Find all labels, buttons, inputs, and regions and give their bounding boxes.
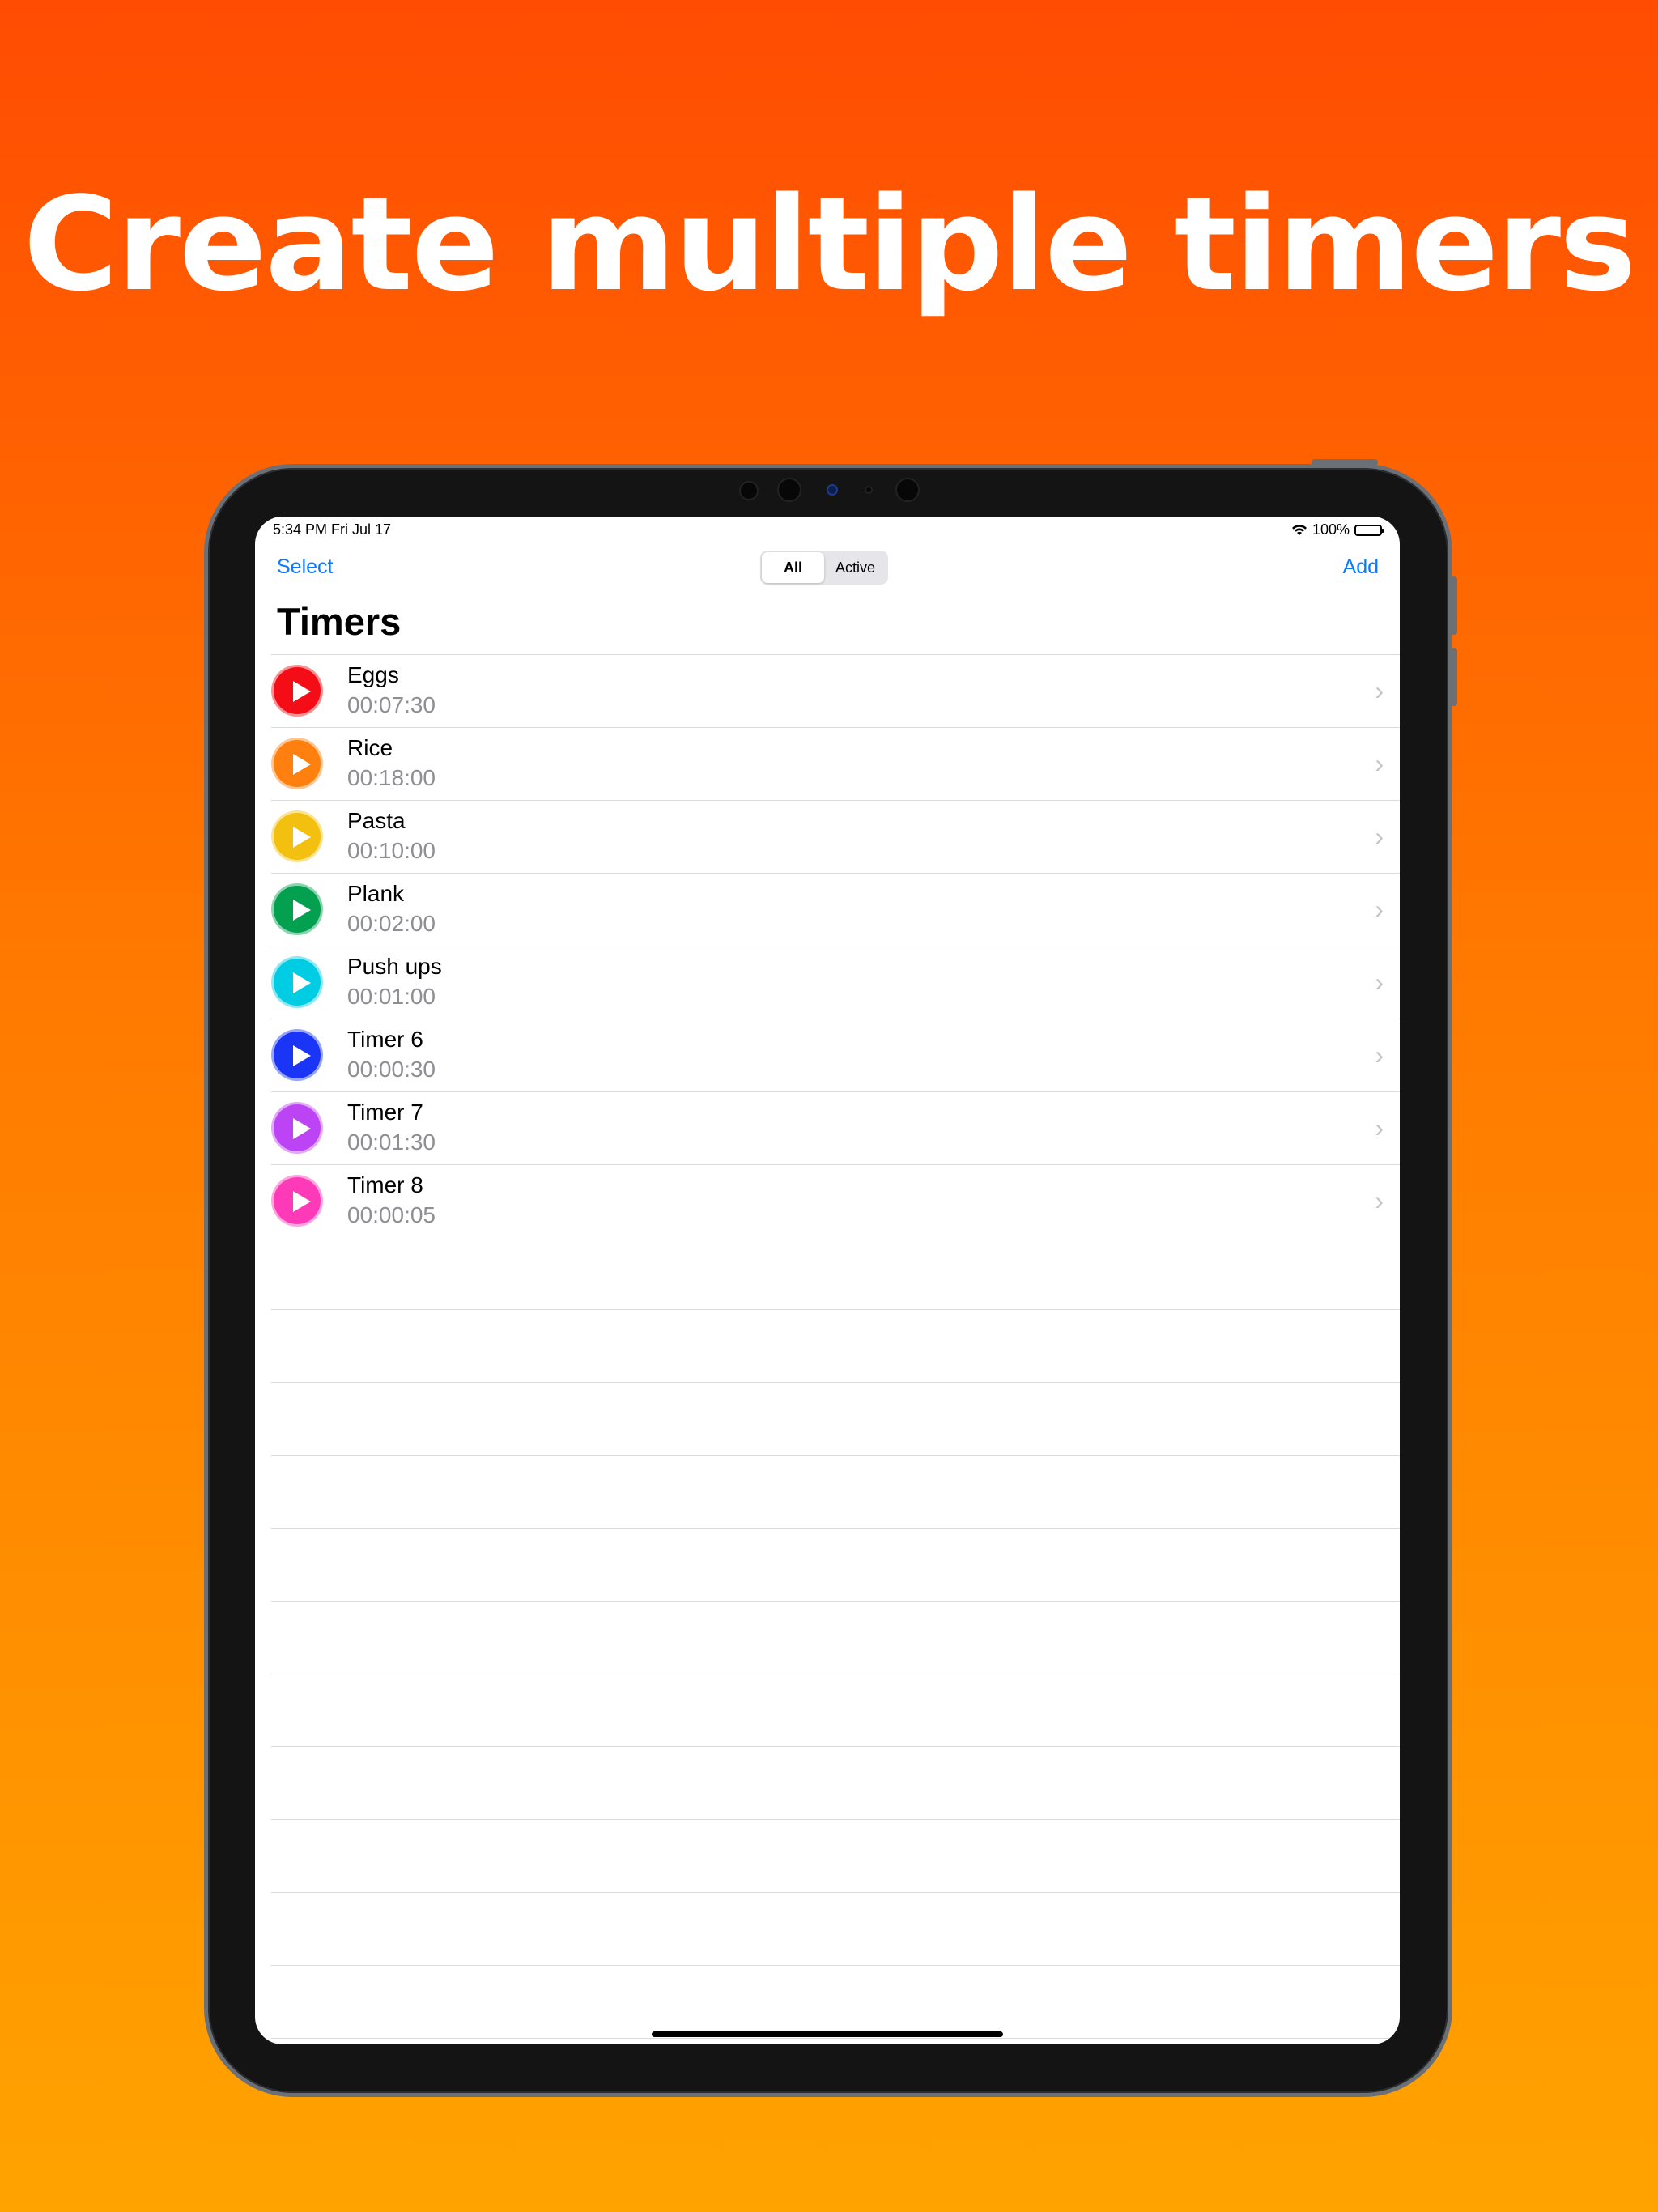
- page-title: Timers: [277, 600, 402, 643]
- empty-row: [271, 1820, 1400, 1893]
- timer-duration: 00:00:05: [347, 1202, 436, 1227]
- chevron-right-icon: ›: [1375, 822, 1384, 851]
- play-icon[interactable]: [271, 1029, 323, 1081]
- play-icon[interactable]: [271, 956, 323, 1008]
- camera-lens-icon: [895, 478, 920, 502]
- empty-row: [271, 1747, 1400, 1820]
- battery-percent: 100%: [1312, 521, 1350, 538]
- timer-duration: 00:01:30: [347, 1129, 436, 1155]
- timer-list: Eggs 00:07:30 › Rice 00:18:00 › Pasta 00…: [271, 654, 1400, 2039]
- timer-name: Push ups: [347, 954, 442, 979]
- empty-row: [271, 1602, 1400, 1674]
- timer-duration: 00:18:00: [347, 765, 436, 790]
- chevron-right-icon: ›: [1375, 1040, 1384, 1070]
- camera-lens-icon: [777, 478, 801, 502]
- empty-row: [271, 1893, 1400, 1966]
- timer-row[interactable]: Timer 8 00:00:05 ›: [271, 1164, 1400, 1237]
- empty-row: [271, 1310, 1400, 1383]
- timer-name: Timer 8: [347, 1172, 423, 1197]
- wifi-icon: [1291, 524, 1307, 535]
- headline: Create multiple timers: [23, 168, 1637, 320]
- chevron-right-icon: ›: [1375, 1113, 1384, 1142]
- chevron-right-icon: ›: [1375, 1186, 1384, 1215]
- timer-name: Plank: [347, 881, 405, 906]
- empty-row: [271, 1456, 1400, 1529]
- timer-row[interactable]: Timer 7 00:01:30 ›: [271, 1091, 1400, 1164]
- chevron-right-icon: ›: [1375, 895, 1384, 924]
- timer-row[interactable]: Plank 00:02:00 ›: [271, 873, 1400, 946]
- chevron-right-icon: ›: [1375, 749, 1384, 778]
- play-icon[interactable]: [271, 1175, 323, 1227]
- play-icon[interactable]: [271, 810, 323, 862]
- chevron-right-icon: ›: [1375, 676, 1384, 705]
- play-icon[interactable]: [271, 665, 323, 717]
- home-indicator: [652, 2031, 1003, 2037]
- timer-duration: 00:02:00: [347, 911, 436, 936]
- segment-all[interactable]: All: [762, 552, 824, 583]
- chevron-right-icon: ›: [1375, 968, 1384, 997]
- timer-row[interactable]: Timer 6 00:00:30 ›: [271, 1019, 1400, 1091]
- timer-duration: 00:07:30: [347, 692, 436, 717]
- timer-name: Pasta: [347, 808, 406, 833]
- play-icon[interactable]: [271, 1102, 323, 1154]
- timer-duration: 00:01:00: [347, 984, 436, 1009]
- segment-active[interactable]: Active: [824, 552, 886, 583]
- empty-row: [271, 1383, 1400, 1456]
- empty-row: [271, 1237, 1400, 1310]
- sensor-dot-icon: [865, 486, 873, 494]
- play-icon[interactable]: [271, 738, 323, 789]
- timer-name: Timer 7: [347, 1100, 423, 1125]
- timer-duration: 00:10:00: [347, 838, 436, 863]
- camera-dot-icon: [739, 481, 759, 500]
- timer-row[interactable]: Push ups 00:01:00 ›: [271, 946, 1400, 1019]
- add-button[interactable]: Add: [1343, 555, 1379, 579]
- select-button[interactable]: Select: [277, 555, 333, 579]
- status-bar: 5:34 PM Fri Jul 17 100%: [273, 518, 1384, 539]
- sensor-icon: [827, 484, 838, 496]
- app-screen: 5:34 PM Fri Jul 17 100% Select All Activ…: [255, 517, 1400, 2044]
- empty-row: [271, 1966, 1400, 2039]
- timer-name: Rice: [347, 735, 393, 760]
- timer-name: Eggs: [347, 662, 399, 687]
- filter-segmented-control[interactable]: All Active: [760, 551, 888, 585]
- timer-row[interactable]: Rice 00:18:00 ›: [271, 727, 1400, 800]
- empty-row: [271, 1529, 1400, 1602]
- timer-row[interactable]: Pasta 00:10:00 ›: [271, 800, 1400, 873]
- battery-icon: [1354, 524, 1384, 536]
- play-icon[interactable]: [271, 883, 323, 935]
- timer-row[interactable]: Eggs 00:07:30 ›: [271, 654, 1400, 727]
- empty-row: [271, 1674, 1400, 1747]
- status-time: 5:34 PM Fri Jul 17: [273, 521, 392, 538]
- timer-name: Timer 6: [347, 1027, 423, 1052]
- timer-duration: 00:00:30: [347, 1057, 436, 1082]
